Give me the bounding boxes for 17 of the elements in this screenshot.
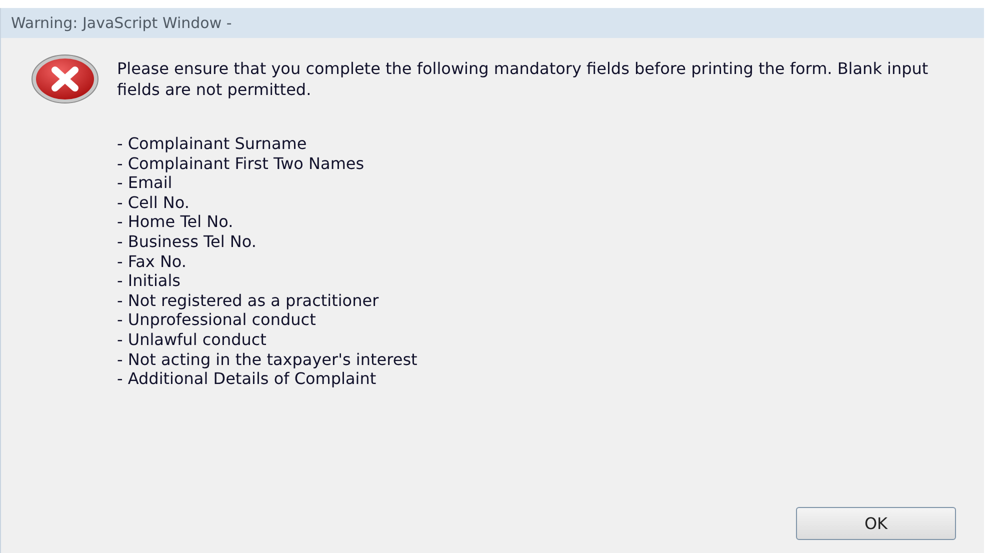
missing-field-item: - Complainant First Two Names [117, 154, 366, 174]
missing-field-item: - Initials [117, 271, 182, 291]
ok-button[interactable]: OK [796, 507, 956, 540]
missing-field-item: - Not acting in the taxpayer's interest [117, 350, 418, 370]
missing-field-item: - Home Tel No. [117, 212, 234, 232]
missing-field-item: - Additional Details of Complaint [117, 369, 378, 389]
missing-field-item: - Business Tel No. [117, 232, 258, 252]
warning-message: Please ensure that you complete the following mandatory fields before printing the form. Blank input fields are not permitted. [117, 58, 930, 100]
missing-field-item: - Unlawful conduct [117, 330, 268, 350]
missing-field-item: - Email [117, 173, 174, 193]
missing-field-item: - Unprofessional conduct [117, 310, 317, 330]
error-icon [31, 54, 99, 104]
missing-field-item: - Cell No. [117, 192, 190, 212]
missing-field-item: - Fax No. [117, 252, 188, 272]
window-title: Warning: JavaScript Window - [11, 14, 232, 32]
missing-field-item: - Not registered as a practitioner [117, 290, 380, 310]
missing-field-item: - Complainant Surname [117, 134, 308, 154]
